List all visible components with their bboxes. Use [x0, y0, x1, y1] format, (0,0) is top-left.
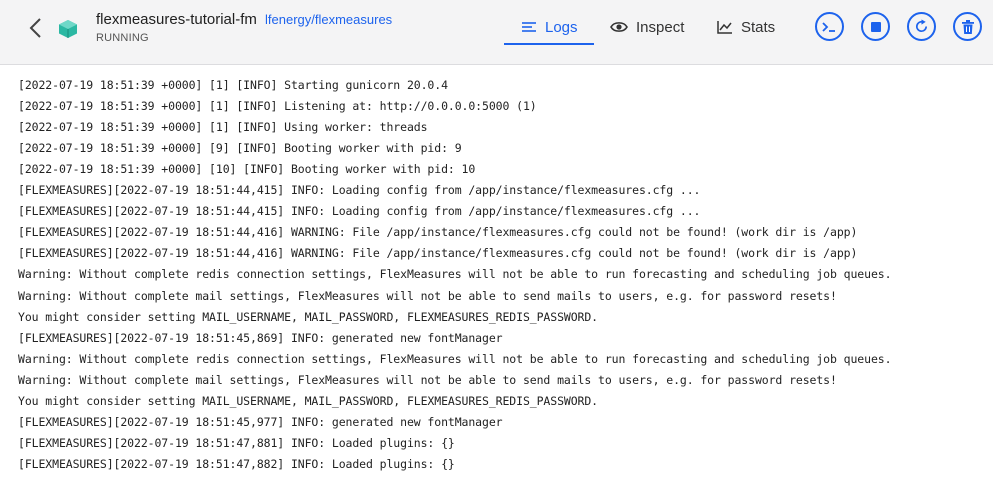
terminal-icon: [822, 21, 835, 32]
lines-icon: [521, 20, 537, 34]
chevron-left-icon: [29, 18, 41, 38]
log-line: [FLEXMEASURES][2022-07-19 18:51:45,869] …: [18, 330, 503, 345]
container-icon: [58, 19, 78, 39]
log-line: [FLEXMEASURES][2022-07-19 18:51:45,977] …: [18, 414, 503, 429]
log-line: Warning: Without complete redis connecti…: [18, 267, 892, 282]
tab-inspect-label: Inspect: [636, 18, 685, 36]
log-line: Warning: Without complete mail settings,…: [18, 288, 837, 303]
container-header: flexmeasures-tutorial-fm lfenergy/flexme…: [0, 0, 993, 65]
chart-icon: [717, 20, 733, 34]
log-line: [FLEXMEASURES][2022-07-19 18:51:47,882] …: [18, 456, 455, 471]
log-line: [2022-07-19 18:51:39 +0000] [9] [INFO] B…: [18, 141, 462, 156]
log-line: [FLEXMEASURES][2022-07-19 18:51:44,416] …: [18, 246, 858, 261]
tab-logs-label: Logs: [545, 18, 578, 36]
log-line: Warning: Without complete redis connecti…: [18, 351, 892, 366]
back-button[interactable]: [26, 16, 46, 40]
stop-button[interactable]: [861, 12, 890, 41]
tab-stats[interactable]: Stats: [717, 10, 775, 44]
tab-inspect[interactable]: Inspect: [610, 10, 684, 44]
log-output[interactable]: [2022-07-19 18:51:39 +0000] [1] [INFO] S…: [0, 65, 993, 483]
log-line: [FLEXMEASURES][2022-07-19 18:51:44,416] …: [18, 225, 858, 240]
log-line: [2022-07-19 18:51:39 +0000] [1] [INFO] S…: [18, 78, 448, 92]
exec-terminal-button[interactable]: [815, 12, 844, 41]
log-line: [2022-07-19 18:51:39 +0000] [1] [INFO] U…: [18, 120, 428, 135]
status-badge: RUNNING: [96, 32, 149, 44]
stop-icon: [870, 21, 881, 32]
log-line: You might consider setting MAIL_USERNAME…: [18, 393, 599, 408]
restart-icon: [915, 19, 928, 32]
active-tab-indicator: [504, 43, 594, 45]
tab-logs[interactable]: Logs: [521, 10, 578, 44]
eye-icon: [610, 20, 628, 34]
restart-button[interactable]: [907, 12, 936, 41]
log-line: [2022-07-19 18:51:39 +0000] [1] [INFO] L…: [18, 99, 537, 114]
log-line: [FLEXMEASURES][2022-07-19 18:51:47,881] …: [18, 435, 455, 450]
image-link[interactable]: lfenergy/flexmeasures: [265, 12, 392, 27]
tab-stats-label: Stats: [741, 18, 776, 36]
log-line: [FLEXMEASURES][2022-07-19 18:51:44,415] …: [18, 183, 701, 198]
delete-button[interactable]: [953, 12, 982, 41]
container-name: flexmeasures-tutorial-fm: [96, 11, 257, 28]
log-line: [FLEXMEASURES][2022-07-19 18:51:44,415] …: [18, 204, 701, 219]
log-line: You might consider setting MAIL_USERNAME…: [18, 309, 599, 324]
log-line: Warning: Without complete mail settings,…: [18, 372, 837, 387]
delete-icon: [961, 19, 974, 34]
log-line: [2022-07-19 18:51:39 +0000] [10] [INFO] …: [18, 162, 476, 177]
